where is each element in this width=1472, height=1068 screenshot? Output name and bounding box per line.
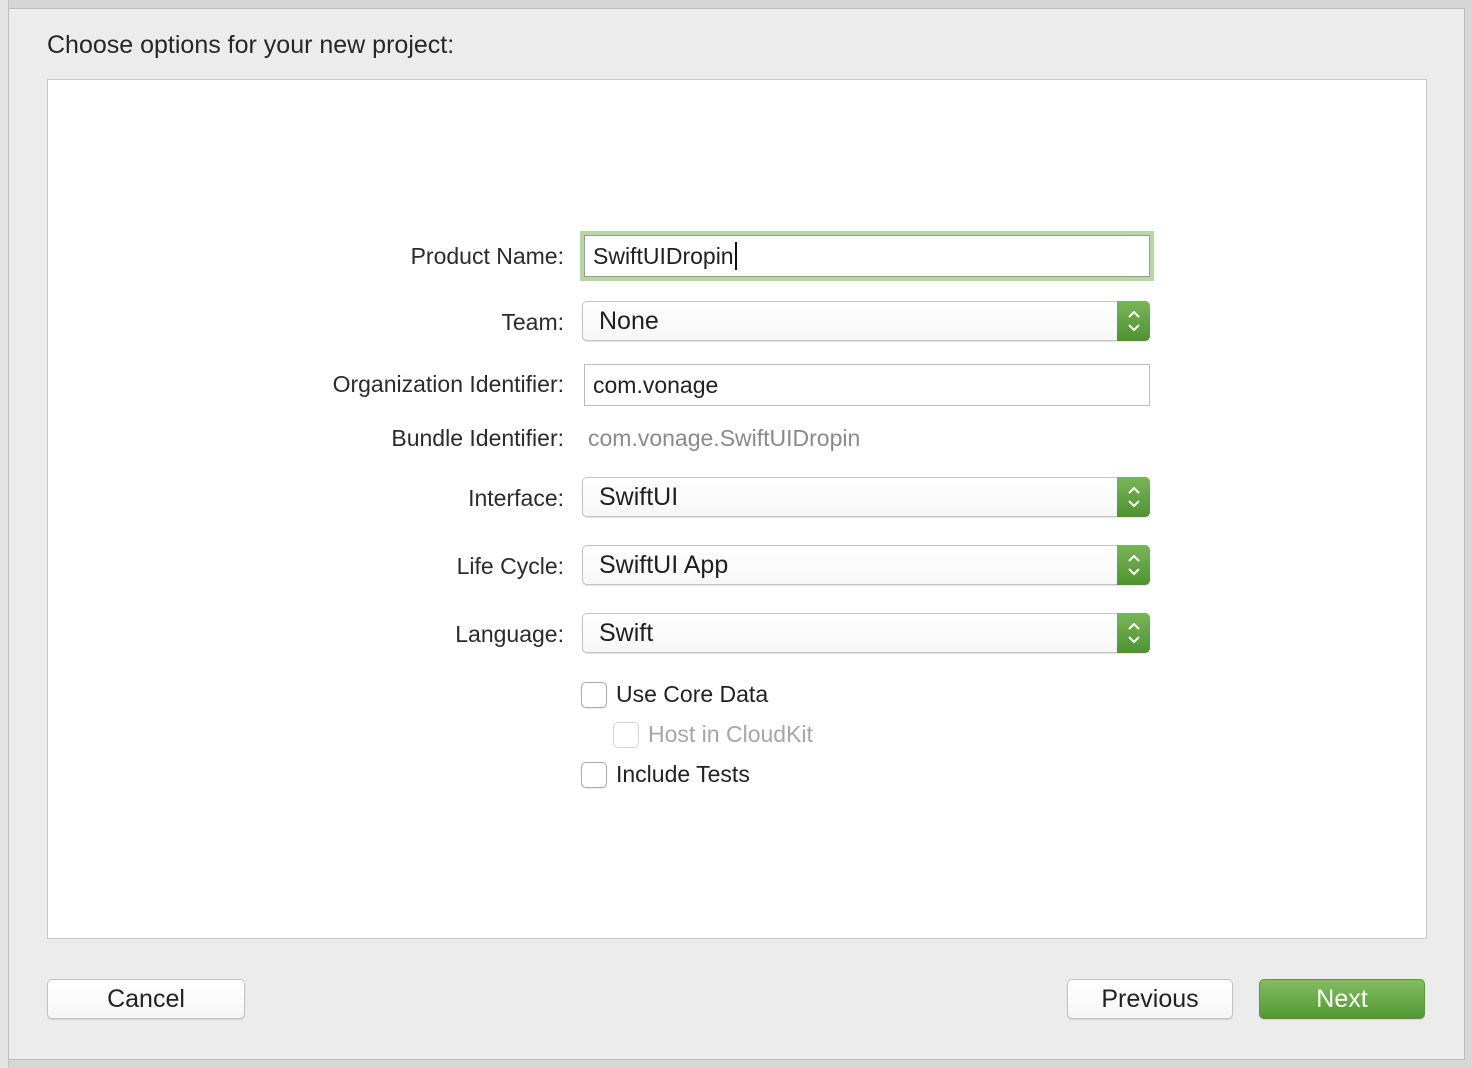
chevron-up-down-icon <box>1117 545 1150 585</box>
chevron-up-down-icon <box>1117 301 1150 341</box>
use-core-data-label: Use Core Data <box>616 681 769 707</box>
previous-button[interactable]: Previous <box>1067 979 1233 1019</box>
host-in-cloudkit-label: Host in CloudKit <box>648 721 813 747</box>
life-cycle-value: SwiftUI App <box>599 551 729 579</box>
chevron-up-down-icon <box>1117 477 1150 517</box>
interface-label: Interface: <box>468 485 564 511</box>
host-in-cloudkit-row: Host in CloudKit <box>613 721 813 748</box>
cancel-button[interactable]: Cancel <box>47 979 245 1019</box>
language-value: Swift <box>599 619 654 647</box>
product-name-label: Product Name: <box>410 243 564 269</box>
interface-popup[interactable]: SwiftUI <box>582 477 1150 517</box>
product-name-value: SwiftUIDropin <box>593 243 734 269</box>
host-in-cloudkit-checkbox <box>613 721 639 748</box>
interface-value: SwiftUI <box>599 483 679 511</box>
include-tests-label: Include Tests <box>616 761 750 787</box>
organization-identifier-field[interactable]: com.vonage <box>584 364 1150 406</box>
language-popup[interactable]: Swift <box>582 613 1150 653</box>
team-popup[interactable]: None <box>582 301 1150 341</box>
use-core-data-row[interactable]: Use Core Data <box>581 681 768 708</box>
include-tests-row[interactable]: Include Tests <box>581 761 750 788</box>
team-value: None <box>599 307 659 335</box>
product-name-field[interactable]: SwiftUIDropin <box>584 235 1150 277</box>
use-core-data-checkbox[interactable] <box>581 681 607 708</box>
language-label: Language: <box>455 621 564 647</box>
options-panel: Product Name: SwiftUIDropin Team: None O… <box>47 79 1427 939</box>
chevron-up-down-icon <box>1117 613 1150 653</box>
bundle-identifier-value: com.vonage.SwiftUIDropin <box>588 425 861 451</box>
team-label: Team: <box>501 309 564 335</box>
life-cycle-label: Life Cycle: <box>456 553 564 579</box>
bundle-identifier-label: Bundle Identifier: <box>391 425 564 451</box>
life-cycle-popup[interactable]: SwiftUI App <box>582 545 1150 585</box>
text-caret <box>734 241 737 270</box>
organization-identifier-value: com.vonage <box>593 372 719 398</box>
organization-identifier-label: Organization Identifier: <box>332 371 564 397</box>
new-project-options-sheet: Choose options for your new project: Pro… <box>8 8 1465 1060</box>
next-button[interactable]: Next <box>1259 979 1425 1019</box>
sheet-title: Choose options for your new project: <box>47 31 455 59</box>
include-tests-checkbox[interactable] <box>581 761 607 788</box>
